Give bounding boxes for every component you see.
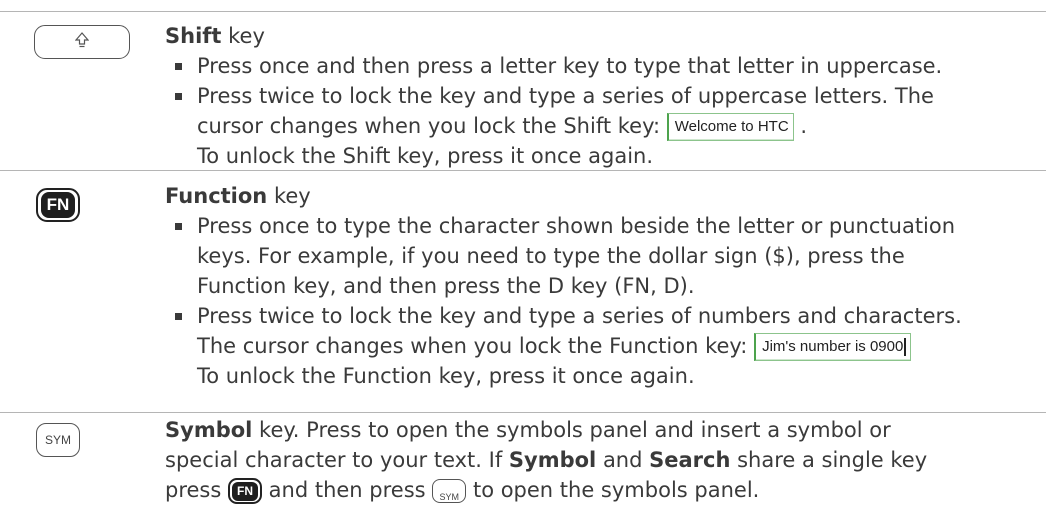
shift-key-graphic bbox=[34, 25, 130, 59]
inline-fn-key-icon: FN bbox=[227, 478, 262, 504]
symbol-key-row: SYM Symbol key. Press to open the symbol… bbox=[0, 413, 1046, 504]
shift-cursor-sample: Welcome to HTC bbox=[666, 113, 794, 141]
list-item: Press twice to lock the key and type a s… bbox=[165, 301, 1040, 391]
shift-key-description: Shift key Press once and then press a le… bbox=[165, 21, 1040, 171]
symbol-key-description: Symbol key. Press to open the symbols pa… bbox=[165, 418, 928, 504]
inline-search-sym-key-icon: SYM bbox=[432, 479, 467, 503]
shift-key-title: Shift key bbox=[165, 24, 265, 48]
fn-key-label: FN bbox=[41, 192, 75, 218]
function-key-row: FN Function key Press once to type the c… bbox=[0, 171, 1046, 412]
shift-key-row: Shift key Press once and then press a le… bbox=[0, 11, 1046, 170]
fn-cursor-sample: Jim's number is 0900 bbox=[754, 333, 912, 361]
list-item: Press once and then press a letter key t… bbox=[165, 51, 1040, 81]
shift-key-bullets: Press once and then press a letter key t… bbox=[165, 51, 1040, 171]
function-key-bullets: Press once to type the character shown b… bbox=[165, 211, 1040, 391]
list-item: Press once to type the character shown b… bbox=[165, 211, 1040, 301]
fn-key-graphic: FN bbox=[36, 188, 80, 222]
cursor-caret bbox=[904, 338, 907, 357]
up-arrow-outline-icon bbox=[74, 32, 90, 52]
function-key-title: Function key bbox=[165, 184, 311, 208]
list-item: Press twice to lock the key and type a s… bbox=[165, 81, 1040, 171]
function-key-description: Function key Press once to type the char… bbox=[165, 181, 1040, 391]
sym-key-graphic: SYM bbox=[36, 423, 80, 457]
